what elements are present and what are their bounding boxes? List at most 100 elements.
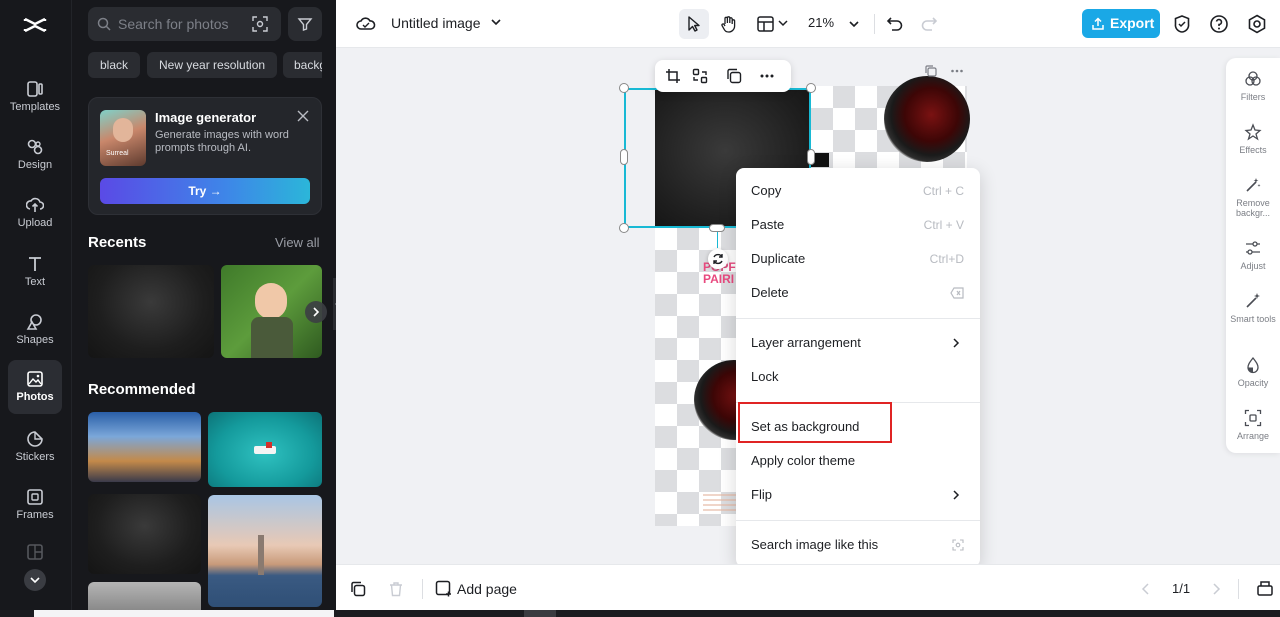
rail-item-stickers[interactable]: Stickers [8,420,62,474]
undo-icon[interactable] [885,14,905,34]
image-search-icon [952,539,964,551]
rail-item-text[interactable]: Text [8,245,62,299]
rail-item-label: Templates [9,101,61,113]
recommended-photo-skyline[interactable] [208,495,322,607]
gear-icon[interactable] [1247,14,1267,34]
resize-handle-bottom[interactable] [709,224,725,232]
more-icon[interactable] [759,68,775,84]
upload-icon [26,197,44,212]
previous-page-icon[interactable] [1140,582,1152,596]
pages-panel-icon[interactable] [1256,580,1274,597]
floating-toolbar [655,60,791,92]
cloud-icon[interactable] [356,14,376,34]
resize-handle-top-right[interactable] [806,83,816,93]
chevron-down-icon [30,577,40,584]
poster-small-text [703,494,737,512]
more-tools-button[interactable] [24,569,46,591]
rotate-line [717,232,718,248]
rail-item-upload[interactable]: Upload [8,186,62,240]
layout-icon[interactable] [756,14,776,34]
page-indicator: 1/1 [1172,581,1191,596]
duplicate-icon[interactable] [726,68,742,84]
taskbar-app[interactable] [524,610,556,617]
next-page-icon[interactable] [1210,582,1222,596]
shortcut-label: Ctrl + C [922,184,964,198]
menu-label: Copy [751,183,782,198]
rail-item-photos[interactable]: Photos [8,360,62,414]
menu-divider [736,318,980,319]
wine-glass-image[interactable] [884,76,970,162]
text-icon [29,257,41,271]
rotate-handle[interactable] [708,249,728,269]
redo-icon[interactable] [919,14,939,34]
recommended-photo-boat[interactable] [208,412,322,487]
chevron-right-icon [953,338,960,348]
rail-item-frames[interactable]: Frames [8,478,62,532]
resize-handle-right[interactable] [807,149,815,165]
filter-button[interactable] [288,7,322,41]
menu-item-lock[interactable]: Lock [736,360,980,394]
replace-icon[interactable] [692,68,708,84]
recommended-title: Recommended [88,381,196,398]
menu-item-layer-arrangement[interactable]: Layer arrangement [736,326,980,360]
menu-item-search-image-like-this[interactable]: Search image like this [736,528,980,562]
resize-handle-bottom-left[interactable] [619,223,629,233]
rail-item-design[interactable]: Design [8,128,62,182]
close-icon[interactable] [297,110,309,122]
chip-background[interactable]: backg [283,52,322,78]
recommended-photo-building[interactable] [88,582,201,610]
menu-item-paste[interactable]: Paste Ctrl + V [736,208,980,242]
crop-icon[interactable] [665,68,681,84]
export-button[interactable]: Export [1082,9,1160,38]
os-taskbar [0,610,1280,617]
select-tool-button[interactable] [679,9,709,39]
recent-photo-dark-texture[interactable] [88,265,214,358]
menu-item-apply-color-theme[interactable]: Apply color theme [736,444,980,478]
view-all-link[interactable]: View all [275,235,320,250]
image-search-icon[interactable] [252,16,268,32]
zoom-level[interactable]: 21% [808,15,834,30]
poster-text: PAIRI [703,272,735,286]
shapes-icon [26,314,42,330]
help-icon[interactable] [1209,14,1229,34]
generator-thumbnail: Surreal [100,110,146,166]
menu-item-duplicate[interactable]: Duplicate Ctrl+D [736,242,980,276]
rail-item-shapes[interactable]: Shapes [8,303,62,357]
generator-description: Generate images with word prompts throug… [155,129,289,154]
resize-handle-top-left[interactable] [619,83,629,93]
effects-icon [1244,123,1262,141]
hand-icon[interactable] [719,14,739,34]
menu-item-delete[interactable]: Delete [736,276,980,310]
photo-search-box[interactable] [88,7,281,41]
taskbar-app[interactable] [34,610,334,617]
recommended-photo-city-sunset[interactable] [88,412,201,482]
menu-label: Delete [751,285,789,300]
menu-item-copy[interactable]: Copy Ctrl + C [736,174,980,208]
page-more-icon[interactable] [950,64,964,78]
capcut-logo-icon[interactable] [22,12,48,38]
chevron-down-icon[interactable] [489,15,503,29]
top-bar: Untitled image 21% Export [336,0,1280,48]
chip-new-year-resolution[interactable]: New year resolution [147,52,278,78]
chip-black[interactable]: black [88,52,141,78]
try-generator-button[interactable]: Try → [100,178,310,204]
recommended-photo-dark-texture[interactable] [88,494,201,574]
search-input[interactable] [118,7,248,41]
rail-item-templates[interactable]: Templates [8,70,62,124]
shield-icon[interactable] [1172,14,1192,34]
chevron-down-icon[interactable] [847,17,861,31]
property-tools-panel: Filters Effects Remove backgr... Adjust … [1226,58,1280,453]
recents-next-button[interactable] [305,301,327,323]
page-duplicate-icon[interactable] [924,64,938,78]
document-title[interactable]: Untitled image [391,15,481,31]
add-page-button[interactable]: Add page [457,581,517,597]
layers-icon[interactable] [350,581,366,597]
filters-icon [1245,71,1261,86]
shortcut-label: Ctrl+D [929,252,964,266]
add-page-icon[interactable] [435,580,452,597]
resize-handle-left[interactable] [620,149,628,165]
frames-icon [27,489,43,505]
trash-icon[interactable] [388,581,404,597]
menu-item-flip[interactable]: Flip [736,478,980,512]
chevron-down-icon[interactable] [777,17,789,29]
